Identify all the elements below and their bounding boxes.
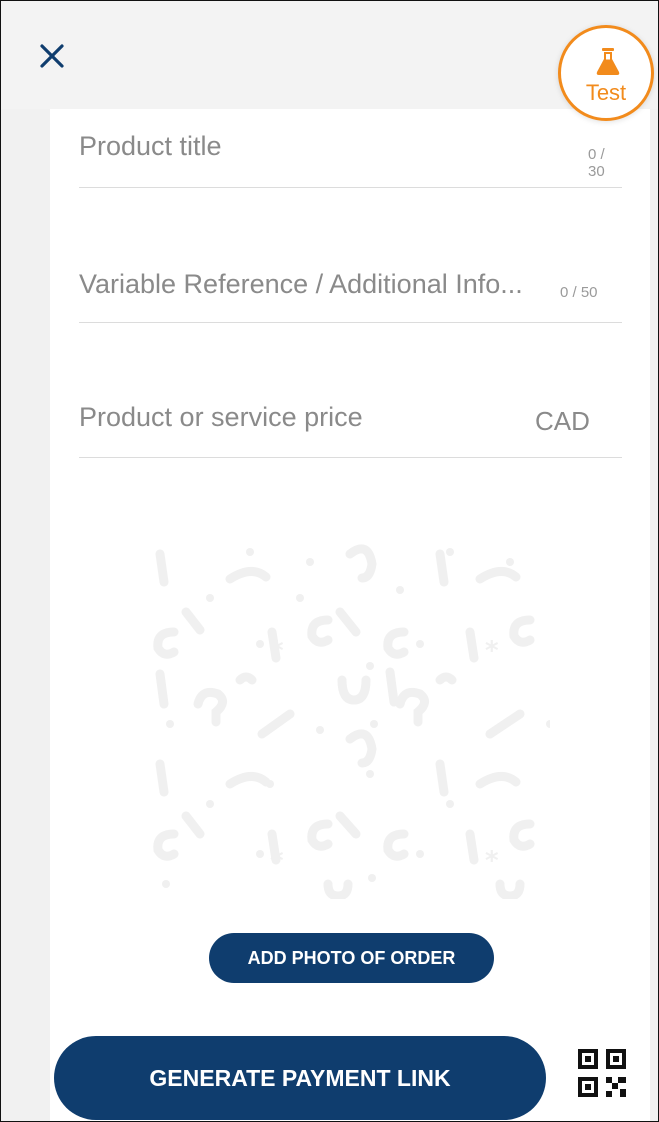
svg-text:*: *	[485, 636, 499, 666]
product-title-field[interactable]: Product title 0 / 30	[79, 109, 622, 188]
close-icon	[40, 44, 64, 68]
photo-placeholder-pattern: * * * *	[153, 544, 550, 899]
svg-text:*: *	[270, 846, 284, 876]
qr-code-button[interactable]	[576, 1047, 628, 1099]
product-title-counter: 0 / 30	[588, 146, 605, 180]
reference-counter: 0 / 50	[560, 284, 598, 301]
flask-icon	[596, 48, 620, 75]
qr-code-icon	[578, 1049, 626, 1097]
currency-label: CAD	[535, 406, 590, 436]
close-button[interactable]	[35, 39, 69, 73]
svg-text:*: *	[485, 846, 499, 876]
app-frame: Product title 0 / 30 Variable Reference …	[0, 0, 659, 1122]
price-field[interactable]: Product or service price CAD	[79, 322, 622, 458]
reference-placeholder: Variable Reference / Additional Info...	[79, 269, 523, 299]
product-title-placeholder: Product title	[79, 131, 222, 161]
reference-field[interactable]: Variable Reference / Additional Info... …	[79, 187, 622, 323]
top-bar	[1, 1, 658, 109]
price-placeholder: Product or service price	[79, 402, 363, 432]
svg-text:*: *	[270, 636, 284, 666]
form-card: Product title 0 / 30 Variable Reference …	[50, 109, 650, 1121]
test-badge-label: Test	[585, 80, 627, 105]
generate-payment-link-button[interactable]: GENERATE PAYMENT LINK	[54, 1036, 546, 1120]
test-mode-badge[interactable]: Test	[558, 25, 654, 121]
add-photo-button[interactable]: ADD PHOTO OF ORDER	[209, 933, 494, 983]
